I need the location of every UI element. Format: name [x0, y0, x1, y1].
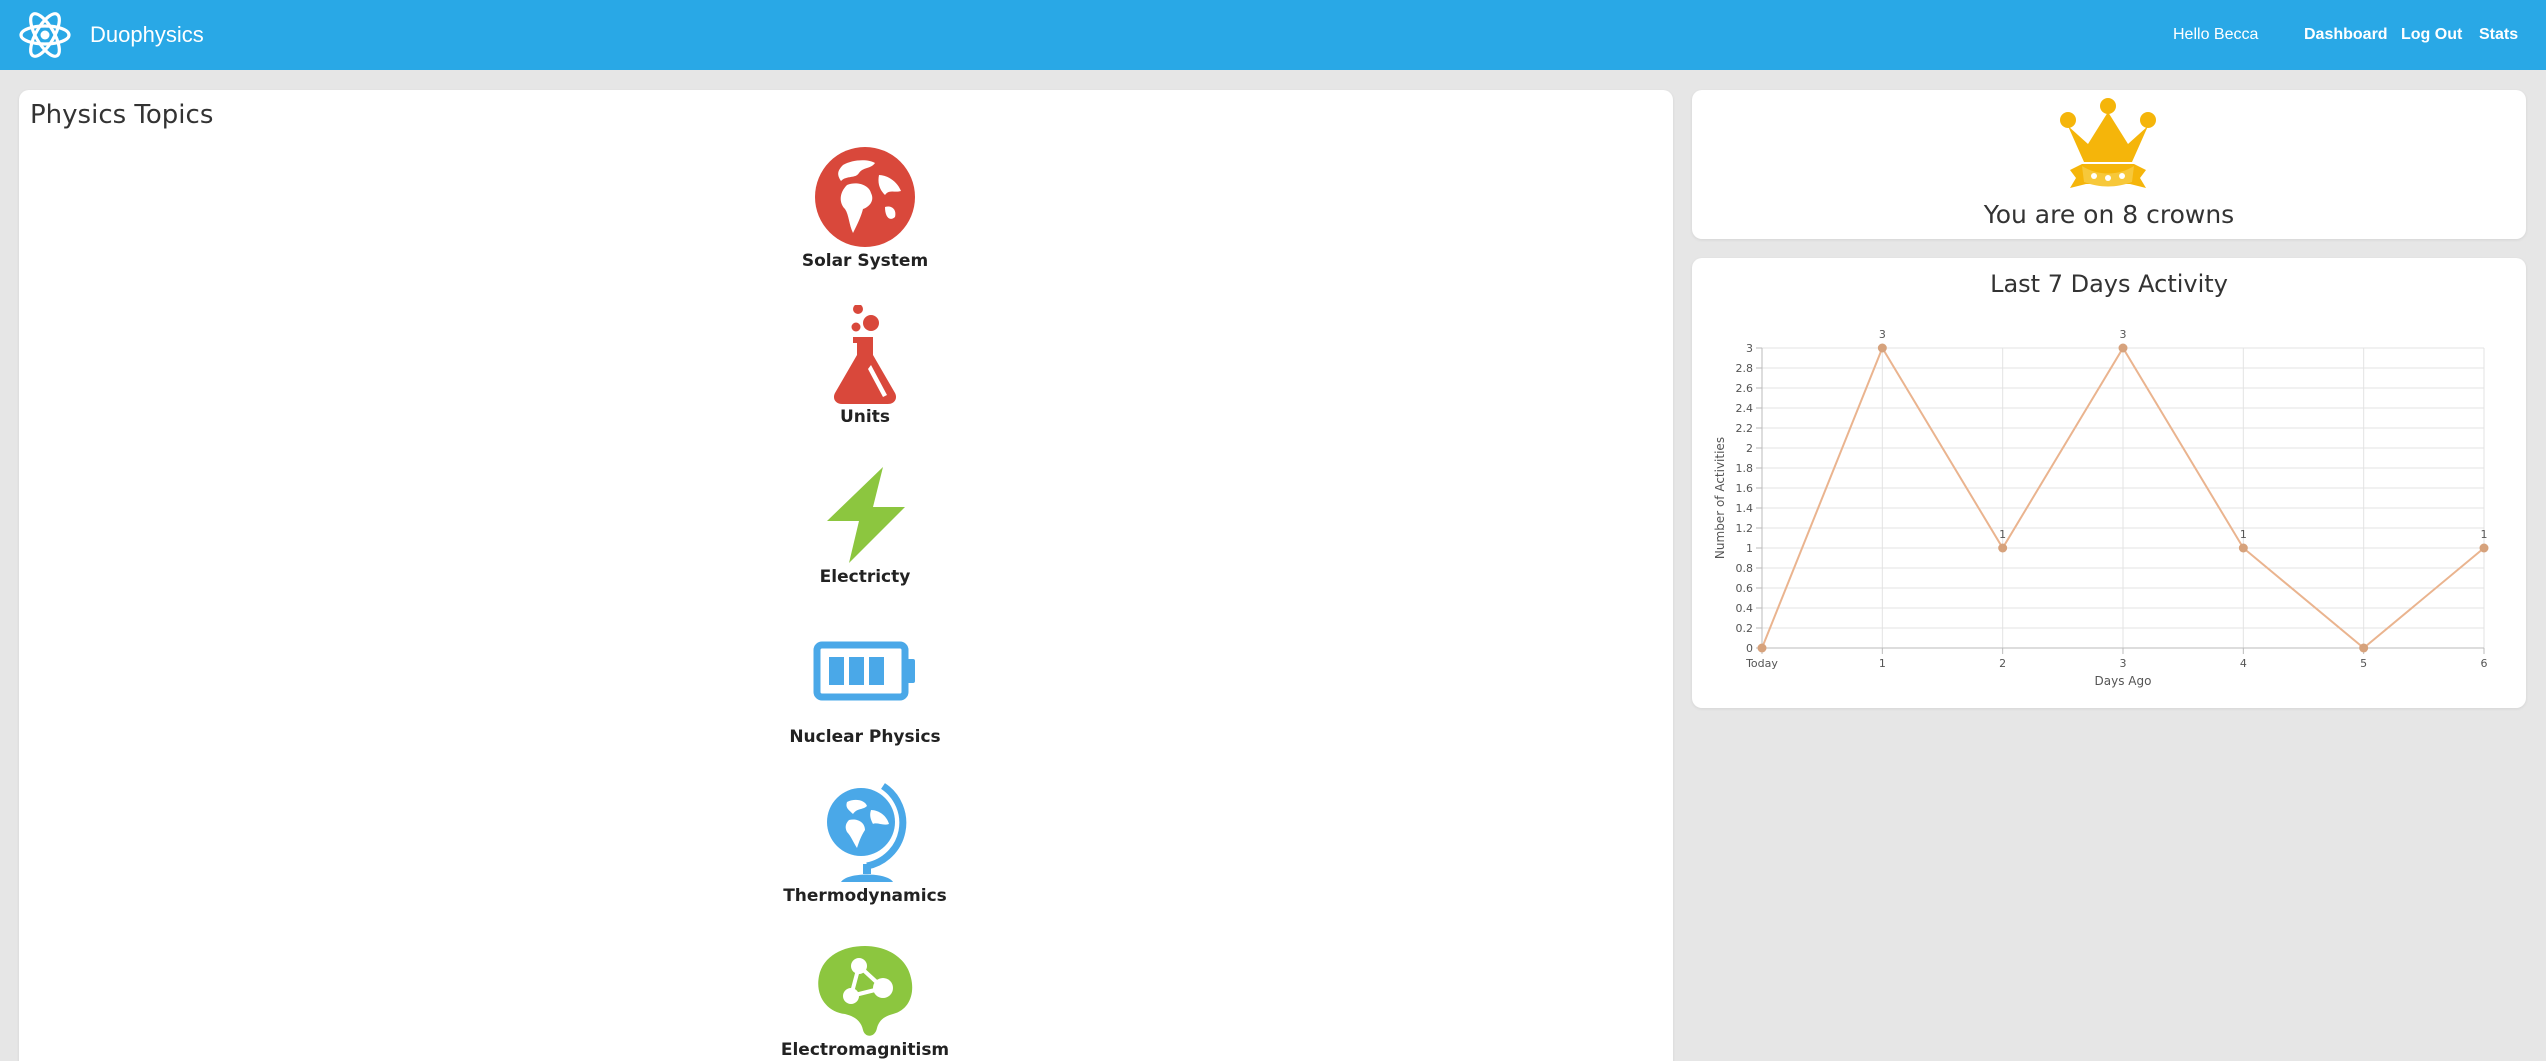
y-tick-label: 1.8 — [1736, 462, 1754, 475]
y-tick-label: 0.4 — [1736, 602, 1754, 615]
data-point — [1877, 343, 1887, 353]
data-label: 1 — [2240, 528, 2247, 541]
data-label: 1 — [2481, 528, 2488, 541]
y-tick-label: 0 — [1746, 642, 1753, 655]
y-tick-label: 2.6 — [1736, 382, 1754, 395]
x-tick-label: 6 — [2481, 657, 2488, 670]
topic-label: Units — [840, 407, 890, 427]
x-axis-title: Days Ago — [2095, 674, 2152, 688]
y-tick-label: 1.4 — [1736, 502, 1754, 515]
y-tick-label: 0.6 — [1736, 582, 1754, 595]
data-label: 3 — [1879, 328, 1886, 341]
data-label: 1 — [1999, 528, 2006, 541]
topic-label: Solar System — [801, 251, 929, 271]
topics-title: Physics Topics — [30, 100, 214, 130]
topic-solar-system[interactable]: Solar System — [745, 145, 985, 271]
crown-count-text: You are on 8 crowns — [1983, 200, 2235, 229]
brain-icon — [818, 946, 913, 1036]
activity-chart-card: Last 7 Days Activity 0 0.2 0.4 0.6 0.8 1 1.2 1.… — [1692, 258, 2526, 708]
data-label: 3 — [2120, 328, 2127, 341]
topic-label: Nuclear Physics — [789, 727, 941, 747]
lightning-bolt-icon — [827, 467, 905, 563]
data-point — [1757, 643, 1767, 653]
topic-electricity[interactable]: Electricty — [745, 465, 985, 587]
battery-icon — [813, 641, 915, 701]
topic-nuclear-physics[interactable]: Nuclear Physics — [745, 635, 985, 747]
y-tick-label: 2 — [1746, 442, 1753, 455]
data-point — [1998, 543, 2008, 553]
crown-icon — [2060, 98, 2156, 188]
nav-dashboard-link[interactable]: Dashboard — [2304, 26, 2388, 44]
navbar: Duophysics Hello Becca Dashboard Log Out… — [0, 0, 2546, 70]
topic-label: Thermodynamics — [783, 886, 947, 906]
x-tick-label: 1 — [1879, 657, 1886, 670]
topic-label: Electromagnitism — [780, 1040, 950, 1060]
x-tick-label: 2 — [1999, 657, 2006, 670]
topic-electromagnetism[interactable]: Electromagnitism — [745, 942, 985, 1060]
physics-topics-card: Physics Topics Solar System Units Electr… — [19, 90, 1673, 1061]
data-point — [2238, 543, 2248, 553]
data-point — [2359, 643, 2369, 653]
user-greeting: Hello Becca — [2173, 26, 2259, 43]
y-tick-label: 1 — [1746, 542, 1753, 555]
nav-logout-link[interactable]: Log Out — [2401, 26, 2462, 44]
y-tick-label: 3 — [1746, 342, 1753, 355]
y-tick-label: 2.8 — [1736, 362, 1754, 375]
topic-units[interactable]: Units — [745, 305, 985, 427]
x-tick-label: 3 — [2120, 657, 2127, 670]
topic-thermodynamics[interactable]: Thermodynamics — [745, 780, 985, 906]
activity-line-chart: 0 0.2 0.4 0.6 0.8 1 1.2 1.4 1.6 1.8 2 2.2 2.4 2.6 2.8 3… — [1713, 328, 2489, 688]
data-point — [2479, 543, 2489, 553]
crown-card: You are on 8 crowns — [1692, 90, 2526, 239]
x-tick-label: 5 — [2360, 657, 2367, 670]
x-tick-label: Today — [1745, 657, 1778, 670]
brand-name[interactable]: Duophysics — [90, 22, 204, 48]
y-tick-label: 0.2 — [1736, 622, 1754, 635]
topic-label: Electricty — [819, 567, 911, 587]
y-tick-label: 1.6 — [1736, 482, 1754, 495]
desk-globe-icon — [827, 783, 907, 882]
y-tick-label: 1.2 — [1736, 522, 1754, 535]
y-tick-label: 2.4 — [1736, 402, 1754, 415]
y-tick-label: 2.2 — [1736, 422, 1754, 435]
x-tick-label: 4 — [2240, 657, 2247, 670]
y-tick-label: 0.8 — [1736, 562, 1754, 575]
atom-logo-icon[interactable] — [18, 8, 72, 62]
earth-globe-icon — [815, 147, 915, 247]
data-point — [2118, 343, 2128, 353]
y-axis-title: Number of Activities — [1713, 437, 1727, 559]
nav-stats-link[interactable]: Stats — [2479, 26, 2518, 44]
flask-icon — [833, 305, 897, 404]
